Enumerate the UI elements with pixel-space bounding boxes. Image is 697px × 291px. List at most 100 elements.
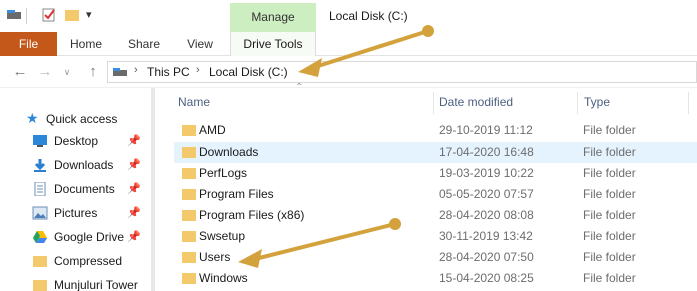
sort-ascending-icon: ⌃ [295,82,304,93]
pin-icon[interactable]: 📌 [127,182,141,195]
new-folder-icon[interactable] [64,7,80,23]
title-bar: ▾ Manage Local Disk (C:) [0,0,697,32]
file-date: 15-04-2020 08:25 [439,271,534,285]
address-row: ← → ∨ ↑ › This PC › Local Disk (C:) [0,56,697,88]
table-row[interactable]: Program Files (x86) 28-04-2020 08:08 Fil… [174,205,697,226]
tab-view[interactable]: View [180,32,220,56]
customize-qat-icon[interactable]: ▾ [86,7,102,23]
file-type: File folder [583,145,636,159]
table-row[interactable]: Program Files 05-05-2020 07:57 File fold… [174,184,697,205]
tab-manage[interactable]: Manage [230,3,316,32]
file-name: Users [199,250,231,264]
pictures-icon [32,206,48,220]
breadcrumb-separator-icon[interactable]: › [134,64,138,76]
pin-icon[interactable]: 📌 [127,206,141,219]
table-row[interactable]: Downloads 17-04-2020 16:48 File folder [174,142,697,163]
desktop-icon [33,135,47,147]
file-type: File folder [583,166,636,180]
table-row[interactable]: Swsetup 30-11-2019 13:42 File folder [174,226,697,247]
sidebar-item-label: Desktop [54,134,99,148]
sidebar-item-label: Munjuluri Tower [54,278,138,291]
table-row[interactable]: AMD 29-10-2019 11:12 File folder [174,120,697,141]
column-divider[interactable] [433,92,434,114]
folder-icon [182,231,196,242]
file-name: AMD [199,123,226,137]
file-name: Windows [199,271,248,285]
recent-locations-chevron-icon[interactable]: ∨ [58,62,76,82]
pin-icon[interactable]: 📌 [127,158,141,171]
documents-icon [34,182,46,196]
up-arrow-icon[interactable]: ↑ [84,62,102,82]
file-date: 28-04-2020 08:08 [439,208,534,222]
file-type: File folder [583,123,636,137]
sidebar-item-label: Documents [54,182,115,196]
navigation-pane: ★ Quick access Desktop 📌 Downloads 📌 Doc… [0,88,160,291]
folder-icon [182,147,196,158]
folder-icon [182,273,196,284]
tab-drive-tools[interactable]: Drive Tools [230,32,316,56]
folder-icon [33,280,47,291]
sidebar-item-desktop[interactable]: Desktop 📌 [32,131,157,153]
folder-icon [182,125,196,136]
file-type: File folder [583,271,636,285]
column-header-type[interactable]: Type [584,88,610,116]
sidebar-item-compressed[interactable]: Compressed [32,251,157,273]
tab-file[interactable]: File [0,32,57,56]
file-type: File folder [583,229,636,243]
back-arrow-icon[interactable]: ← [11,62,29,82]
drive-icon [113,68,127,76]
file-date: 28-04-2020 07:50 [439,250,534,264]
sidebar-item-label: Compressed [54,254,123,268]
sidebar-item-documents[interactable]: Documents 📌 [32,179,157,201]
file-date: 19-03-2019 10:22 [439,166,534,180]
pin-icon[interactable]: 📌 [127,134,141,147]
window-title: Local Disk (C:) [329,9,408,23]
file-type: File folder [583,250,636,264]
column-header-name[interactable]: Name [178,88,210,116]
app-drive-icon [7,10,21,19]
ribbon-tabs: File Home Share View Drive Tools [0,32,697,56]
tab-home[interactable]: Home [62,32,110,56]
tab-share[interactable]: Share [122,32,166,56]
folder-icon [182,168,196,179]
nav-pane-scrollbar[interactable] [151,88,155,291]
pin-icon[interactable]: 📌 [127,230,141,243]
google-drive-icon [33,231,47,243]
column-header-date-modified[interactable]: Date modified [439,88,513,116]
file-name: Program Files (x86) [199,208,305,222]
file-name: Downloads [199,145,259,159]
file-date: 29-10-2019 11:12 [439,123,533,137]
sidebar-item-downloads[interactable]: Downloads 📌 [32,155,157,177]
breadcrumb-separator-icon[interactable]: › [196,64,200,76]
properties-icon[interactable] [41,7,57,23]
folder-icon [33,256,47,267]
sidebar-item-label: Downloads [54,158,114,172]
file-type: File folder [583,208,636,222]
downloads-icon [34,159,46,172]
sidebar-item-pictures[interactable]: Pictures 📌 [32,203,157,225]
breadcrumb-this-pc[interactable]: This PC [147,65,190,79]
column-divider[interactable] [688,92,689,114]
file-name: Swsetup [199,229,246,243]
sidebar-item-label: Pictures [54,206,98,220]
folder-icon [182,252,196,263]
table-row[interactable]: Windows 15-04-2020 08:25 File folder [174,268,697,289]
column-divider[interactable] [577,92,578,114]
file-date: 05-05-2020 07:57 [439,187,534,201]
table-row[interactable]: PerfLogs 19-03-2019 10:22 File folder [174,163,697,184]
folder-icon [182,189,196,200]
forward-arrow-icon[interactable]: → [36,62,54,82]
star-icon: ★ [26,110,39,126]
file-name: Program Files [199,187,274,201]
sidebar-item-munjuluri-tower[interactable]: Munjuluri Tower [32,275,157,291]
address-bar[interactable]: › This PC › Local Disk (C:) [107,61,697,83]
qat-separator [26,8,27,24]
nav-quick-access[interactable]: Quick access [46,112,117,126]
breadcrumb-local-disk[interactable]: Local Disk (C:) [209,65,288,79]
sidebar-item-google-drive[interactable]: Google Drive 📌 [32,227,157,249]
table-row[interactable]: Users 28-04-2020 07:50 File folder [174,247,697,268]
file-date: 30-11-2019 13:42 [439,229,533,243]
file-list: ⌃ Name Date modified Type AMD 29-10-2019… [168,82,697,291]
sidebar-item-label: Google Drive [54,230,125,244]
file-name: PerfLogs [199,166,248,180]
